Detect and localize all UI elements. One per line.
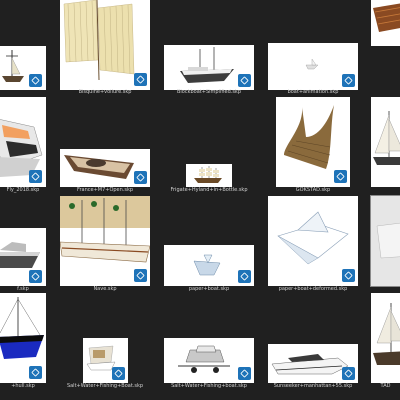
file-tile-6[interactable]	[0, 97, 46, 187]
file-tile-19[interactable]	[268, 344, 358, 383]
file-tile-13[interactable]	[164, 245, 254, 286]
file-tile-8[interactable]	[186, 164, 232, 187]
file-tile-17[interactable]	[83, 338, 128, 383]
boat-thumbnail	[373, 303, 400, 365]
file-tile-20[interactable]	[371, 293, 400, 383]
file-name: TAD	[380, 383, 391, 389]
file-name: Frigate+Hyland+in+Bottle.skp	[170, 187, 248, 193]
file-name: Salt+Water+Fishing+Boat.skp	[66, 383, 144, 389]
file-tile-4[interactable]	[268, 43, 358, 90]
file-tile-3[interactable]	[164, 45, 254, 90]
sketchup-file-icon	[342, 269, 355, 282]
file-tile-5[interactable]	[371, 0, 400, 46]
sketchup-file-icon	[134, 269, 147, 282]
file-name: Bisquine+voilure.skp	[78, 89, 132, 95]
file-name: f.skp	[17, 286, 29, 292]
file-tile-16[interactable]	[0, 293, 46, 383]
file-name: GOKSTAD.skp	[295, 187, 331, 193]
file-tile-2[interactable]	[60, 0, 150, 90]
boat-thumbnail	[373, 3, 400, 32]
sketchup-file-icon	[29, 366, 42, 379]
file-tile-10[interactable]	[371, 97, 400, 187]
sketchup-file-icon	[134, 73, 147, 86]
file-tile-11[interactable]	[0, 228, 46, 286]
sketchup-file-icon	[238, 270, 251, 283]
file-tile-1[interactable]	[0, 46, 46, 90]
sketchup-file-icon	[29, 170, 42, 183]
file-name: +hull.skp	[11, 383, 35, 389]
sketchup-file-icon	[134, 171, 147, 184]
sketchup-file-icon	[238, 74, 251, 87]
file-tile-12[interactable]	[60, 196, 150, 286]
file-name: Salt+Water+Fishing+boat.skp	[171, 383, 247, 389]
file-tile-9[interactable]	[276, 97, 350, 187]
file-name: Nave.skp	[93, 286, 117, 292]
file-tile-7[interactable]	[60, 149, 150, 187]
file-tile-18[interactable]	[164, 338, 254, 383]
sketchup-file-icon	[334, 170, 347, 183]
file-name: paper+boat+deformed.skp	[278, 286, 348, 292]
sketchup-file-icon	[112, 367, 125, 380]
file-name: Blockboat+Simplified.skp	[176, 89, 242, 95]
sketchup-file-icon	[29, 74, 42, 87]
file-name: Fly_2018.skp	[6, 187, 40, 193]
file-name: boat+animation.skp	[287, 89, 339, 95]
sketchup-file-icon	[29, 270, 42, 283]
boat-thumbnail	[376, 222, 400, 259]
file-tile-15[interactable]	[370, 195, 400, 287]
sketchup-file-icon	[342, 367, 355, 380]
file-tile-14[interactable]	[268, 196, 358, 286]
boat-thumbnail	[373, 111, 400, 165]
file-name: France+M7+Open.skp	[76, 187, 134, 193]
file-name: Sunseeker+manhattan+55.skp	[273, 383, 353, 389]
boat-thumbnail	[194, 166, 222, 183]
file-name: paper+boat.skp	[188, 286, 230, 292]
sketchup-file-icon	[238, 367, 251, 380]
sketchup-file-icon	[342, 74, 355, 87]
